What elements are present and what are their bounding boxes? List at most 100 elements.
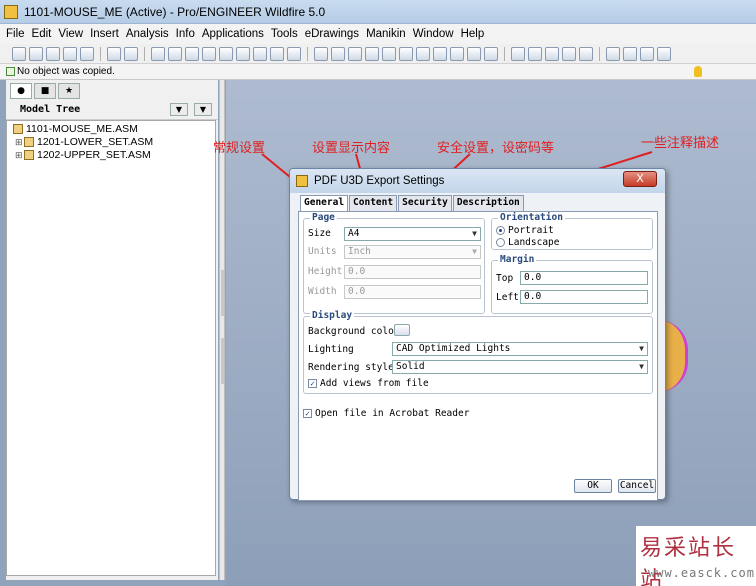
tree-item-root[interactable]: 1101-MOUSE_ME.ASM	[13, 123, 138, 135]
redo-icon[interactable]	[124, 46, 138, 61]
tree-show-icon[interactable]: ▼	[194, 103, 212, 116]
size-dropdown[interactable]: A4 ▼	[344, 227, 481, 241]
open-folder-icon[interactable]	[46, 46, 60, 61]
cut-icon[interactable]	[151, 46, 165, 61]
menu-tools[interactable]: Tools	[271, 28, 298, 40]
landscape-radio[interactable]: Landscape	[496, 237, 559, 248]
landscape-label: Landscape	[508, 237, 560, 248]
find-icon[interactable]	[253, 46, 267, 61]
view-orient-icon[interactable]	[314, 46, 328, 61]
units-dropdown[interactable]: Inch ▼	[344, 245, 481, 259]
new-file-icon[interactable]	[29, 46, 43, 61]
add-views-checkbox[interactable]: ✓ Add views from file	[308, 378, 429, 389]
annotation-security: 安全设置，设密码等	[437, 141, 555, 156]
lighting-dropdown[interactable]: CAD Optimized Lights ▼	[392, 342, 648, 356]
view-manager-icon[interactable]	[467, 46, 481, 61]
regenerate-manager-icon[interactable]	[236, 46, 250, 61]
reorient-icon[interactable]	[433, 46, 447, 61]
toolbar-separator	[144, 46, 145, 61]
rendering-style-dropdown[interactable]: Solid ▼	[392, 360, 648, 374]
model-tree: 1101-MOUSE_ME.ASM ⊞ 1201-LOWER_SET.ASM ⊞…	[6, 120, 216, 576]
display-group: Display Background color Lighting CAD Op…	[303, 310, 653, 394]
lighting-value: CAD Optimized Lights	[396, 343, 511, 354]
tree-item[interactable]: ⊞ 1202-UPPER_SET.ASM	[15, 149, 151, 161]
enhanced-realism-icon[interactable]	[579, 46, 593, 61]
tree-item-label: 1202-UPPER_SET.ASM	[37, 149, 151, 161]
units-value: Inch	[348, 246, 371, 257]
zoom-out-icon[interactable]	[399, 46, 413, 61]
width-input[interactable]: 0.0	[344, 285, 481, 299]
height-input[interactable]: 0.0	[344, 265, 481, 279]
tree-item-label: 1101-MOUSE_ME.ASM	[26, 123, 138, 135]
portrait-radio[interactable]: Portrait	[496, 225, 554, 236]
datum-axes-icon[interactable]	[623, 46, 637, 61]
left-margin-input[interactable]: 0.0	[520, 290, 648, 304]
ok-button[interactable]: OK	[574, 479, 612, 493]
menu-manikin[interactable]: Manikin	[366, 28, 406, 40]
datum-planes-icon[interactable]	[606, 46, 620, 61]
selection-box-icon[interactable]	[270, 46, 284, 61]
tree-item[interactable]: ⊞ 1201-LOWER_SET.ASM	[15, 136, 153, 148]
expand-icon[interactable]: ⊞	[15, 150, 23, 161]
menu-edrawings[interactable]: eDrawings	[305, 28, 359, 40]
send-icon[interactable]	[80, 46, 94, 61]
appearance-icon[interactable]	[348, 46, 362, 61]
info-icon	[6, 67, 15, 76]
orientation-group-title: Orientation	[498, 212, 565, 223]
paste-special-icon[interactable]	[202, 46, 216, 61]
open-acrobat-checkbox[interactable]: ✓ Open file in Acrobat Reader	[303, 408, 469, 419]
layer-icon[interactable]	[331, 46, 345, 61]
window-close-icon[interactable]	[287, 46, 301, 61]
menu-insert[interactable]: Insert	[90, 28, 119, 40]
regenerate-icon[interactable]	[219, 46, 233, 61]
saved-views-icon[interactable]	[450, 46, 464, 61]
zoom-in-icon[interactable]	[382, 46, 396, 61]
dialog-close-button[interactable]: X	[623, 171, 657, 187]
splitter-grip[interactable]	[221, 270, 224, 316]
copy-icon[interactable]	[168, 46, 182, 61]
coordinate-systems-icon[interactable]	[657, 46, 671, 61]
refit-icon[interactable]	[416, 46, 430, 61]
menu-window[interactable]: Window	[413, 28, 454, 40]
expand-icon[interactable]: ⊞	[15, 137, 23, 148]
dropdown-arrow-icon: ▼	[639, 344, 644, 353]
print-icon[interactable]	[63, 46, 77, 61]
menu-help[interactable]: Help	[461, 28, 485, 40]
menu-applications[interactable]: Applications	[202, 28, 264, 40]
tab-general[interactable]: General	[300, 195, 349, 211]
cancel-button[interactable]: Cancel	[618, 479, 656, 493]
spin-center-icon[interactable]	[365, 46, 379, 61]
menu-info[interactable]: Info	[176, 28, 195, 40]
hidden-line-icon[interactable]	[528, 46, 542, 61]
tree-settings-icon[interactable]: ▼	[170, 103, 188, 116]
top-margin-input[interactable]: 0.0	[520, 271, 648, 285]
menu-edit[interactable]: Edit	[32, 28, 52, 40]
model-tree-title: Model Tree	[20, 104, 81, 115]
no-hidden-icon[interactable]	[545, 46, 559, 61]
background-color-button[interactable]	[394, 324, 410, 336]
save-icon[interactable]	[12, 46, 26, 61]
message-area: No object was copied.	[0, 64, 756, 80]
tab-content[interactable]: Content	[349, 195, 398, 211]
undo-icon[interactable]	[107, 46, 121, 61]
datum-points-icon[interactable]	[640, 46, 654, 61]
menu-file[interactable]: File	[6, 28, 25, 40]
paste-icon[interactable]	[185, 46, 199, 61]
lightbulb-icon[interactable]	[694, 66, 702, 77]
folder-browser-tab-icon[interactable]: ■	[34, 83, 56, 99]
repaint-icon[interactable]	[484, 46, 498, 61]
page-group: Page Size A4 ▼ Units Inch ▼ Height 0.0 W…	[303, 212, 485, 314]
shading-icon[interactable]	[562, 46, 576, 61]
menu-analysis[interactable]: Analysis	[126, 28, 169, 40]
wireframe-icon[interactable]	[511, 46, 525, 61]
open-acrobat-label: Open file in Acrobat Reader	[315, 408, 470, 419]
favorites-tab-icon[interactable]: ★	[58, 83, 80, 99]
tab-security[interactable]: Security	[398, 195, 452, 211]
tab-description[interactable]: Description	[452, 195, 524, 211]
splitter-grip[interactable]	[221, 338, 224, 384]
model-tree-tab-icon[interactable]: ●	[10, 83, 32, 99]
dialog-title-bar: PDF U3D Export Settings	[290, 169, 665, 193]
menu-view[interactable]: View	[58, 28, 83, 40]
general-tab-panel: Page Size A4 ▼ Units Inch ▼ Height 0.0 W…	[298, 211, 658, 501]
model-tree-header: Model Tree ▼ ▼	[6, 100, 218, 120]
